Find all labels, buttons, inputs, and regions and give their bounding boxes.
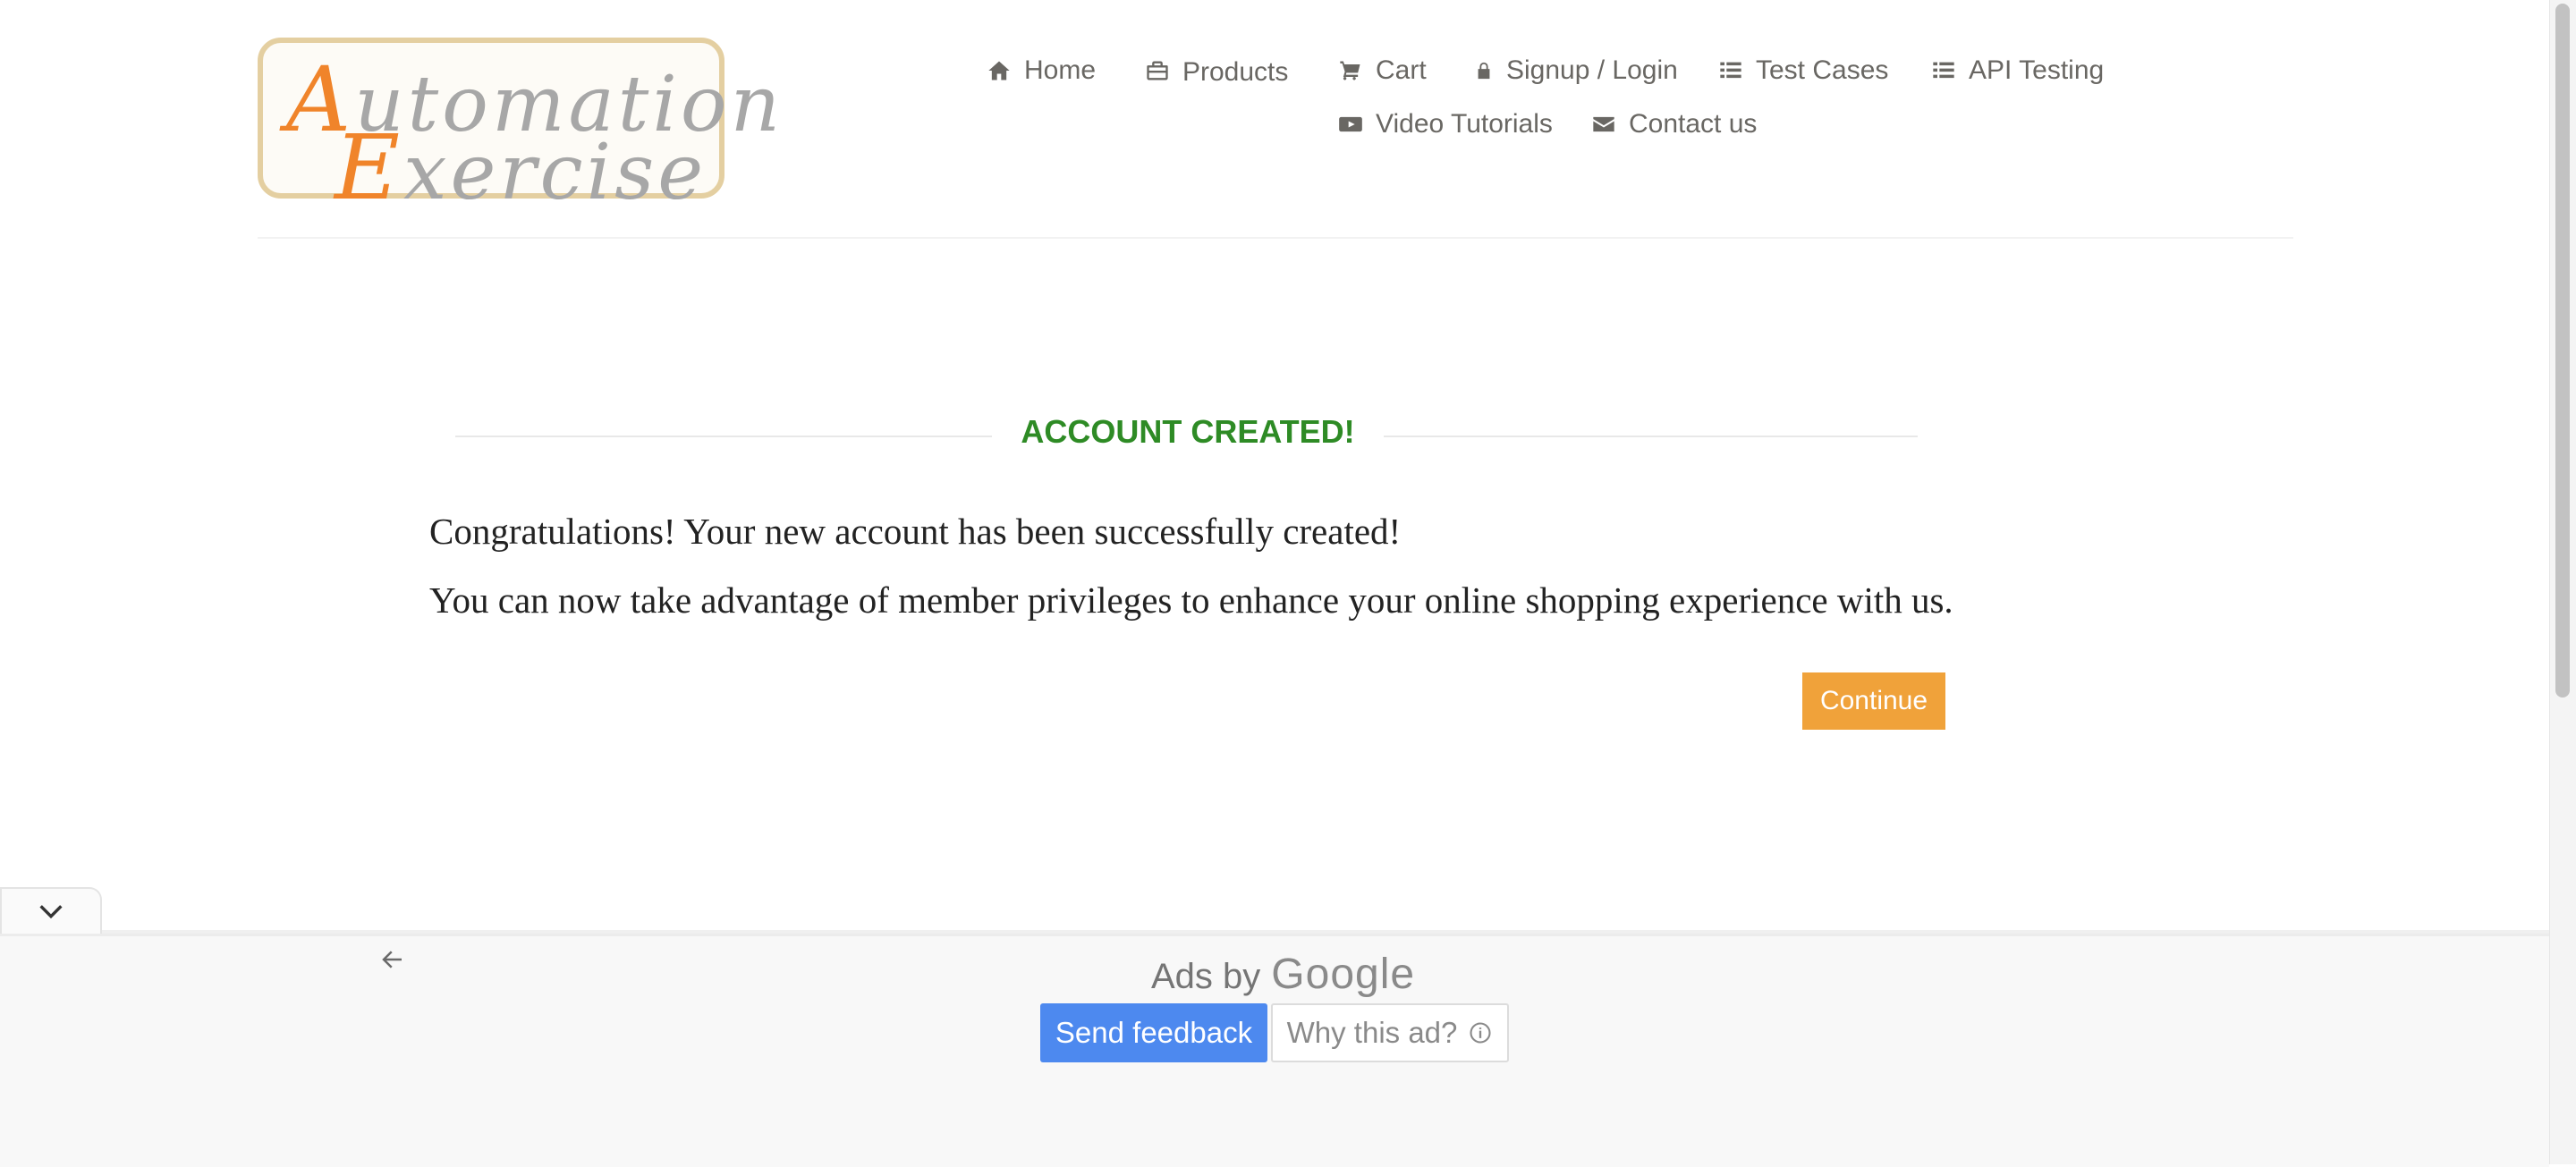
title-divider-right — [1384, 436, 1918, 437]
list-icon — [1933, 62, 1954, 79]
nav-contact-us[interactable]: Contact us — [1591, 109, 1757, 140]
congratulations-message: Congratulations! Your new account has be… — [429, 511, 1402, 552]
info-icon — [1470, 1022, 1491, 1044]
nav-test-cases[interactable]: Test Cases — [1718, 55, 1888, 86]
why-this-ad-button[interactable]: Why this ad? — [1271, 1003, 1509, 1062]
nav-api-testing[interactable]: API Testing — [1931, 55, 2104, 86]
site-logo[interactable]: Automation Exercise — [258, 38, 780, 213]
ads-by-google: Ads by Google — [1151, 951, 1416, 998]
nav-video-tutorials[interactable]: Video Tutorials — [1338, 109, 1553, 140]
envelope-icon — [1593, 116, 1614, 132]
cart-icon — [1340, 61, 1360, 80]
scrollbar-thumb[interactable] — [2555, 4, 2570, 698]
page-title: ACCOUNT CREATED! — [1021, 413, 1355, 450]
nav-products[interactable]: Products — [1145, 55, 1288, 87]
nav-home[interactable]: Home — [987, 55, 1096, 86]
ad-collapse-tab[interactable] — [0, 887, 102, 934]
lock-icon — [1478, 62, 1490, 80]
back-arrow-icon[interactable] — [379, 946, 406, 973]
logo-line-2: Exercise — [335, 115, 708, 220]
continue-button[interactable]: Continue — [1802, 672, 1945, 730]
header-divider — [258, 237, 2293, 239]
nav-signup-login[interactable]: Signup / Login — [1474, 55, 1678, 86]
briefcase-icon — [1147, 61, 1168, 80]
home-icon — [988, 61, 1010, 80]
privileges-message: You can now take advantage of member pri… — [429, 579, 1953, 621]
send-feedback-button[interactable]: Send feedback — [1040, 1003, 1267, 1062]
nav-cart[interactable]: Cart — [1338, 55, 1427, 86]
title-divider-left — [455, 436, 992, 437]
youtube-play-icon — [1339, 116, 1362, 132]
chevron-down-icon — [39, 905, 63, 919]
list-icon — [1720, 62, 1741, 79]
